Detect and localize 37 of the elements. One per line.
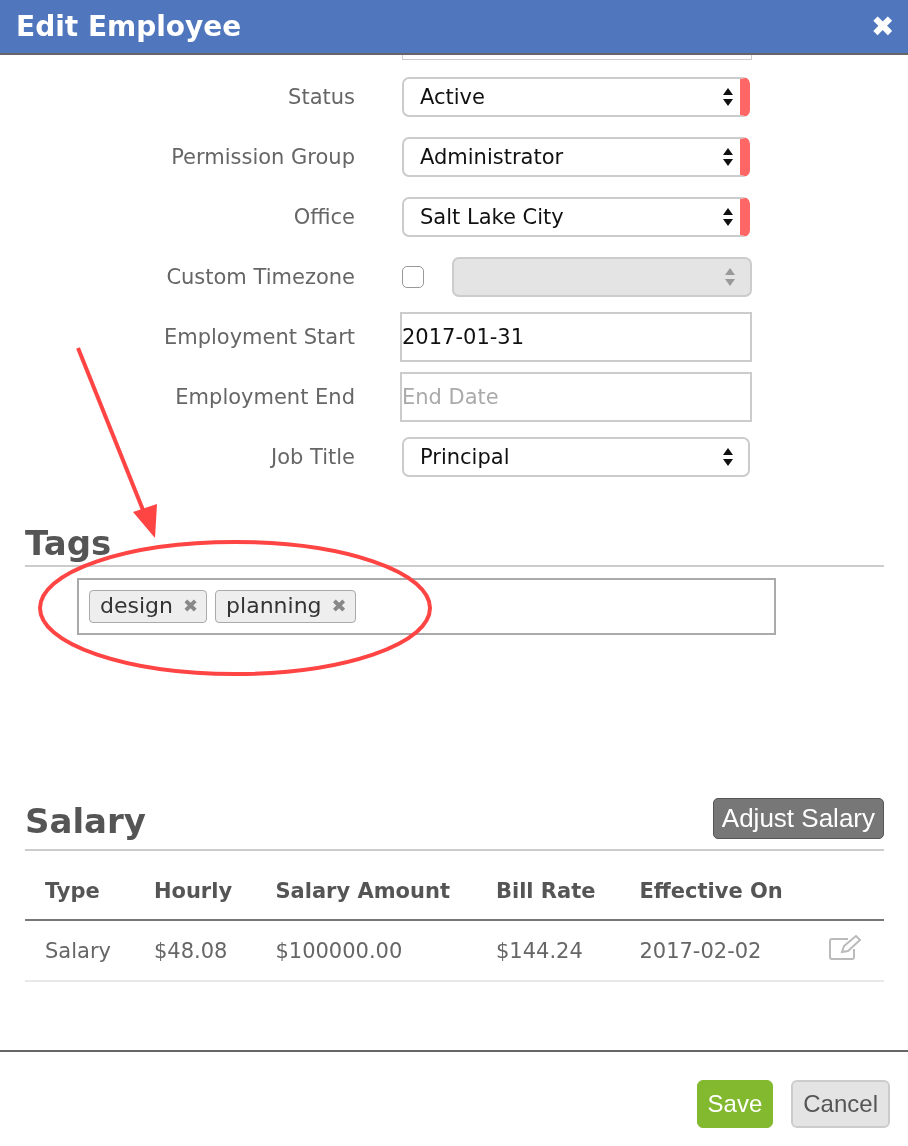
select-arrows-icon [722,146,734,168]
column-header: Bill Rate [475,863,620,920]
field-label: Employment End [174,385,355,409]
field-label: Permission Group [170,145,355,169]
column-header: Hourly [133,863,256,920]
field-label: Job Title [269,445,355,469]
field-label: Status [287,85,355,109]
column-header: Effective On [619,863,808,920]
date-field[interactable]: End Date [400,372,752,422]
table-cell: $144.24 [475,920,620,981]
table-cell: $100000.00 [255,920,476,981]
select-field[interactable]: Salt Lake City [402,197,750,237]
window-title: Edit Employee [16,10,242,43]
tag-label: design [100,593,173,618]
close-button[interactable]: ✖ [871,10,894,43]
table-cell: $48.08 [133,920,256,981]
section-heading: Tags [25,523,884,567]
cancel-button[interactable]: Cancel [791,1080,890,1128]
section-heading: Salary [25,801,146,841]
select-field[interactable]: Principal [402,437,750,477]
select-arrows-icon [722,446,734,468]
select-field[interactable]: Active [402,77,750,117]
table-cell: Salary [25,920,134,981]
column-header: Salary Amount [255,863,476,920]
field-label: Office [292,205,355,229]
adjust-salary-button[interactable]: Adjust Salary [712,798,884,839]
tag-label: planning [226,593,322,618]
edit-icon[interactable] [827,935,862,961]
select-arrows-icon [722,206,734,228]
field-label: Employment Start [162,325,355,349]
date-field[interactable]: 2017-01-31 [400,312,752,362]
select-arrows-icon [724,266,736,288]
column-header: Type [25,863,134,920]
select-field[interactable]: Administrator [402,137,750,177]
select-arrows-icon [722,86,734,108]
table-cell: 2017-02-02 [619,920,808,981]
field-label: Custom Timezone [165,265,355,289]
